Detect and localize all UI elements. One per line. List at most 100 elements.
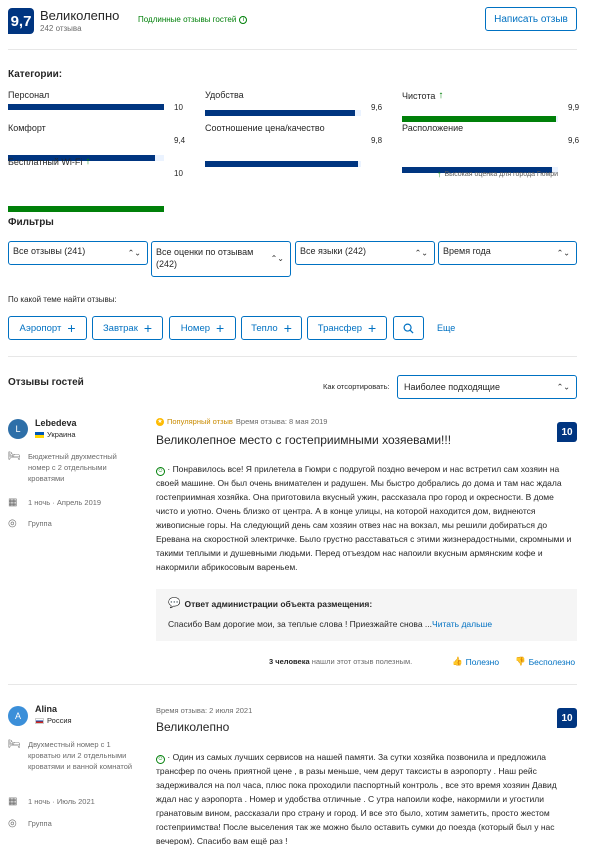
chevron-updown-icon: ⌃⌄ <box>556 382 570 392</box>
country-name: Украина <box>47 430 76 439</box>
not-helpful-button[interactable]: 👎 Бесполезно <box>515 656 575 667</box>
arrow-up-icon: ↑ <box>437 169 442 179</box>
category-bar <box>205 161 361 167</box>
category-name: Расположение <box>402 123 464 133</box>
category-score: 10 <box>174 169 183 178</box>
topic-chip-airport[interactable]: Аэропорт + <box>8 316 87 340</box>
review-positive-text: · Понравилось все! Я прилетела в Гюмри с… <box>156 464 572 572</box>
scores-filter-value: Все оценки по отзывам <box>156 247 254 257</box>
group-icon: ◎ <box>8 818 17 829</box>
room-info: 🛏 Бюджетный двухместный номер с 2 отдель… <box>8 451 136 484</box>
popular-badge: Популярный отзыв <box>167 417 233 426</box>
review-date: Время отзыва: 2 июля 2021 <box>156 706 253 715</box>
thumbs-up-icon: 👍 <box>452 656 463 666</box>
speech-bubble-icon: 💬 <box>168 598 181 609</box>
review-score: 10 <box>557 422 577 442</box>
topic-chip-room[interactable]: Номер + <box>169 316 236 340</box>
category-score: 9,8 <box>371 136 383 145</box>
helpful-summary: 3 человека нашли этот отзыв полезным. <box>269 657 412 666</box>
room-type: Бюджетный двухместный номер с 2 отдельны… <box>28 452 117 483</box>
topic-chip-warmth[interactable]: Тепло + <box>241 316 302 340</box>
bed-icon: 🛏 <box>8 739 21 750</box>
traveler-type: ◎ Группа <box>8 818 52 829</box>
chevron-updown-icon: ⌃⌄ <box>556 248 570 258</box>
season-filter-value: Время года <box>443 246 491 256</box>
scores-filter-select[interactable]: Все оценки по отзывам (242) ⌃⌄ <box>151 241 291 277</box>
thumbs-down-icon: 👎 <box>515 656 526 666</box>
traveler-type: ◎ Группа <box>8 518 52 529</box>
category-label: Удобства <box>205 90 244 100</box>
read-more-link[interactable]: Читать дальше <box>432 619 492 629</box>
reviews-filter-select[interactable]: Все отзывы (241) ⌃⌄ <box>8 241 148 265</box>
topic-chip-breakfast[interactable]: Завтрак + <box>92 316 163 340</box>
plus-icon: + <box>368 320 377 336</box>
info-icon[interactable]: i <box>239 15 248 24</box>
reply-text: Спасибо Вам дорогие мои, за теплые слова… <box>168 619 433 629</box>
helpful-button[interactable]: 👍 Полезно <box>452 656 499 667</box>
review-title: Великолепное место с гостеприимными хозя… <box>156 433 452 447</box>
country-name: Россия <box>47 716 72 725</box>
stay-dates: 1 ночь · Июль 2021 <box>28 797 95 806</box>
category-name: Соотношение цена/качество <box>205 123 325 133</box>
plus-icon: + <box>283 320 292 336</box>
category-label: Расположение <box>402 123 463 133</box>
category-bar-fill <box>205 110 355 116</box>
verified-reviews: Подлинные отзывы гостей i <box>138 15 248 24</box>
category-name: Персонал <box>8 90 50 100</box>
sort-select[interactable]: Наиболее подходящие ⌃⌄ <box>397 375 577 399</box>
scores-filter-count: (242) <box>156 259 178 269</box>
traveler-type-label: Группа <box>28 819 52 828</box>
topic-chip-transfer[interactable]: Трансфер + <box>307 316 387 340</box>
languages-filter-select[interactable]: Все языки (242) ⌃⌄ <box>295 241 435 265</box>
category-name: Удобства <box>205 90 244 100</box>
sort-label: Как отсортировать: <box>323 382 390 391</box>
category-score: 9,4 <box>174 136 186 145</box>
rating-word: Великолепно <box>40 8 120 23</box>
category-score: 9,6 <box>371 103 383 112</box>
flag-ukraine-icon <box>35 431 44 438</box>
avatar: L <box>8 419 28 439</box>
review-positive-text: · Один из самых лучших сервисов на нашей… <box>156 752 557 845</box>
chevron-updown-icon: ⌃⌄ <box>127 248 141 258</box>
calendar-icon: ▦ <box>8 796 18 807</box>
chevron-updown-icon: ⌃⌄ <box>270 254 284 263</box>
high-score-note: ↑ Высокая оценка для города Гюмри <box>437 169 558 179</box>
category-bar-fill <box>402 116 557 122</box>
divider <box>8 49 577 50</box>
topics-label: По какой теме найти отзывы: <box>8 295 117 304</box>
review-text: ☺ · Понравилось все! Я прилетела в Гюмри… <box>156 462 576 574</box>
reviews-title: Отзывы гостей <box>8 377 84 388</box>
category-bar <box>8 206 164 212</box>
helpful-label: Полезно <box>465 656 500 667</box>
category-label: Чистота ↑ <box>402 90 443 101</box>
topic-label: Аэропорт <box>19 322 62 334</box>
happy-face-icon: ☺ <box>156 755 165 764</box>
overall-score-badge: 9,7 <box>8 8 34 34</box>
stay-info: ▦ 1 ночь · Апрель 2019 <box>8 497 101 508</box>
verified-label: Подлинные отзывы гостей <box>138 15 237 24</box>
topic-search-button[interactable] <box>393 316 424 340</box>
flag-russia-icon <box>35 717 44 724</box>
plus-icon: + <box>216 320 225 336</box>
category-label: Комфорт <box>8 123 46 133</box>
divider <box>8 684 577 685</box>
divider <box>8 356 577 357</box>
arrow-up-icon: ↑ <box>438 90 444 101</box>
season-filter-select[interactable]: Время года ⌃⌄ <box>438 241 577 265</box>
group-icon: ◎ <box>8 518 17 529</box>
more-topics-link[interactable]: Еще <box>437 323 455 333</box>
category-bar <box>8 104 164 110</box>
topic-label: Трансфер <box>317 322 363 334</box>
plus-icon: + <box>143 320 153 336</box>
not-helpful-label: Бесполезно <box>528 656 576 667</box>
reply-body: Спасибо Вам дорогие мои, за теплые слова… <box>168 619 492 629</box>
category-score: 10 <box>174 103 183 112</box>
category-label: Персонал <box>8 90 49 100</box>
stay-info: ▦ 1 ночь · Июль 2021 <box>8 796 95 807</box>
arrow-up-icon: ↑ <box>85 156 91 167</box>
reviewer-name: Lebedeva <box>35 418 77 428</box>
sort-value: Наиболее подходящие <box>404 382 500 392</box>
avatar: A <box>8 706 28 726</box>
write-review-button[interactable]: Написать отзыв <box>485 7 577 31</box>
category-bar-fill <box>8 104 164 110</box>
